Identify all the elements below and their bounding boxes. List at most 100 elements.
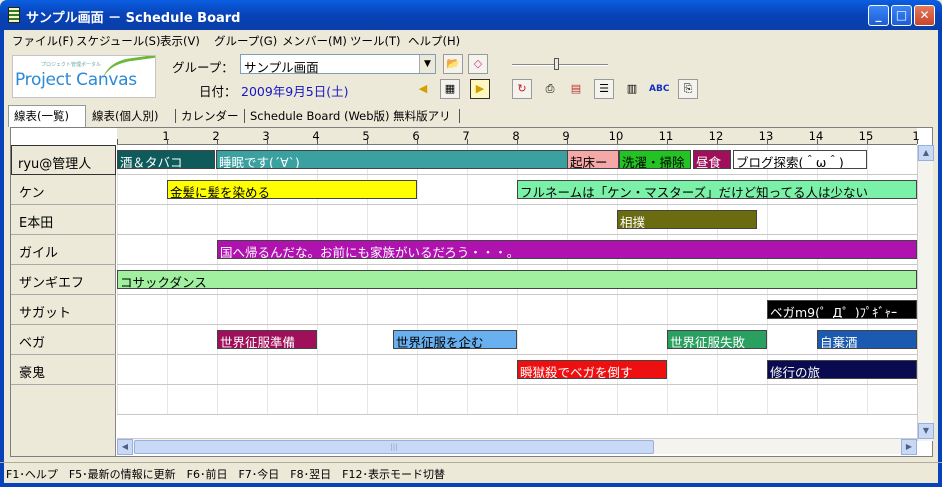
hour-label: 2 [212, 129, 220, 143]
table-icon: ▥ [626, 82, 638, 95]
schedule-event[interactable]: 世界征服失敗 [667, 330, 767, 349]
hour-tick [617, 139, 618, 144]
schedule-event[interactable]: ブログ探索(＾ω＾) [733, 150, 867, 169]
schedule-event[interactable]: 修行の旅 [767, 360, 917, 379]
schedule-event[interactable]: 世界征服を企む [393, 330, 517, 349]
vertical-scrollbar[interactable]: ▲ ▼ [917, 145, 934, 441]
horizontal-scrollbar[interactable]: ◀ ||| ▶ [117, 438, 917, 455]
window-title: サンプル画面 － Schedule Board [26, 11, 241, 26]
status-bar: F1･ヘルプ F5･最新の情報に更新 F6･前日 F7･今日 F8･翌日 F12… [0, 462, 942, 482]
hour-label: 1 [162, 129, 170, 143]
row-divider [117, 264, 917, 265]
list-icon: ☰ [599, 82, 609, 95]
close-button[interactable]: ✕ [914, 5, 935, 26]
hour-label: 11 [658, 129, 674, 143]
menu-view[interactable]: 表示(V) [160, 33, 200, 49]
schedule-event[interactable]: ベガm9(゜Д゜)ﾌﾟｷﾞｬｰ [767, 300, 917, 319]
horizontal-scroll-thumb[interactable]: ||| [134, 440, 654, 454]
scroll-left-button[interactable]: ◀ [117, 439, 133, 455]
refresh-button[interactable]: ↻ [512, 79, 532, 99]
date-value[interactable]: 2009年9月5日(土) [241, 81, 348, 100]
title-bar: サンプル画面 － Schedule Board _ □ ✕ [0, 0, 942, 30]
row-divider [117, 294, 917, 295]
schedule-event[interactable]: 世界征服準備 [217, 330, 317, 349]
tab-timeline-personal[interactable]: 線表(個人別) [92, 106, 158, 126]
member-name[interactable]: 豪鬼 [11, 355, 116, 385]
schedule-event[interactable]: 昼食 [693, 150, 731, 169]
calendar-button[interactable]: ▦ [440, 79, 460, 99]
row-divider [117, 204, 917, 205]
zoom-slider-thumb[interactable] [554, 58, 559, 70]
menu-tools[interactable]: ツール(T) [350, 33, 401, 49]
grid-color-icon: ▤ [570, 82, 582, 95]
row-divider [117, 384, 917, 385]
member-name[interactable]: ガイル [11, 235, 116, 265]
schedule-grid: 1 2 3 4 5 6 7 8 9 10 11 12 13 14 15 1 ryu@管理人 ケン E本田 ガイル ザン… [10, 127, 934, 457]
schedule-event[interactable]: 金髪に髪を染める [167, 180, 417, 199]
hour-label: 14 [808, 129, 824, 143]
print-button[interactable]: ⎙ [540, 79, 560, 99]
schedule-event[interactable]: 瞬獄殺でベガを倒す [517, 360, 667, 379]
list-view-button[interactable]: ☰ [594, 79, 614, 99]
member-column: ryu@管理人 ケン E本田 ガイル ザンギエフ サガット ベガ 豪鬼 [11, 145, 116, 456]
hour-label: 6 [412, 129, 420, 143]
hour-tick [717, 139, 718, 144]
tab-timeline-all[interactable]: 線表(一覧) [8, 105, 86, 127]
schedule-event[interactable]: 酒＆タバコ [117, 150, 215, 169]
member-name[interactable]: ザンギエフ [11, 265, 116, 295]
schedule-event[interactable]: 自棄酒 [817, 330, 917, 349]
app-icon[interactable] [8, 7, 20, 23]
minimize-button[interactable]: _ [868, 5, 889, 26]
hour-tick [417, 139, 418, 144]
open-folder-button[interactable]: 📂 [443, 54, 463, 74]
calendar-icon: ▦ [444, 82, 456, 95]
hour-tick [517, 139, 518, 144]
abc-icon: ABC [649, 84, 670, 94]
member-name[interactable]: E本田 [11, 205, 116, 235]
triangle-left-icon: ◀ [418, 82, 428, 95]
tab-web-version[interactable]: Schedule Board (Web版) 無料版アリ [250, 106, 451, 126]
member-name[interactable]: ベガ [11, 325, 116, 355]
schedule-event[interactable]: 起床ー [567, 150, 619, 169]
scroll-up-button[interactable]: ▲ [918, 145, 934, 161]
scroll-right-button[interactable]: ▶ [901, 439, 917, 455]
menu-file[interactable]: ファイル(F) [12, 33, 74, 49]
schedule-event[interactable]: コサックダンス [117, 270, 917, 289]
export-button[interactable]: ⎘ [678, 79, 698, 99]
menu-group[interactable]: グループ(G) [214, 33, 277, 49]
window-border-bottom [0, 483, 942, 487]
hour-tick [167, 139, 168, 144]
member-name[interactable]: ryu@管理人 [11, 145, 116, 175]
schedule-event[interactable]: 相撲 [617, 210, 757, 229]
member-name[interactable]: サガット [11, 295, 116, 325]
group-select-value: サンプル画面 [244, 60, 319, 75]
timeline-rows[interactable]: 酒＆タバコ 睡眠です(´∀`) 起床ー 洗濯・掃除 昼食 ブログ探索(＾ω＾) 金髪に髪を染… [117, 145, 917, 415]
next-day-button[interactable]: ▶ [470, 79, 490, 99]
schedule-event[interactable]: フルネームは「ケン・マスターズ」だけど知ってる人は少ない [517, 180, 917, 199]
menu-bar: ファイル(F) スケジュール(S) 表示(V) グループ(G) メンバー(M) … [0, 30, 942, 50]
hour-tick [267, 139, 268, 144]
window-border-right [938, 30, 942, 483]
zoom-slider-track[interactable] [512, 64, 608, 66]
menu-help[interactable]: ヘルプ(H) [408, 33, 460, 49]
menu-member[interactable]: メンバー(M) [282, 33, 347, 49]
hour-tick [867, 139, 868, 144]
schedule-event[interactable]: 洗濯・掃除 [619, 150, 691, 169]
menu-schedule[interactable]: スケジュール(S) [76, 33, 160, 49]
tab-calendar[interactable]: カレンダー [181, 106, 239, 126]
timeline-view-button[interactable]: ▤ [566, 79, 586, 99]
table-view-button[interactable]: ▥ [622, 79, 642, 99]
member-name[interactable]: ケン [11, 175, 116, 205]
hour-label: 1 [912, 129, 920, 143]
maximize-button[interactable]: □ [891, 5, 912, 26]
schedule-event[interactable]: 国へ帰るんだな。お前にも家族がいるだろう・・・。 [217, 240, 917, 259]
spellcheck-button[interactable]: ABC [648, 79, 670, 99]
group-select[interactable]: サンプル画面 ▼ [240, 54, 436, 75]
hour-label: 7 [462, 129, 470, 143]
diamond-button[interactable]: ◇ [468, 54, 488, 74]
date-label: 日付： [199, 84, 237, 99]
hour-label: 5 [362, 129, 370, 143]
prev-day-button[interactable]: ◀ [413, 79, 433, 99]
chevron-down-icon[interactable]: ▼ [419, 55, 435, 73]
scroll-down-button[interactable]: ▼ [918, 423, 934, 439]
